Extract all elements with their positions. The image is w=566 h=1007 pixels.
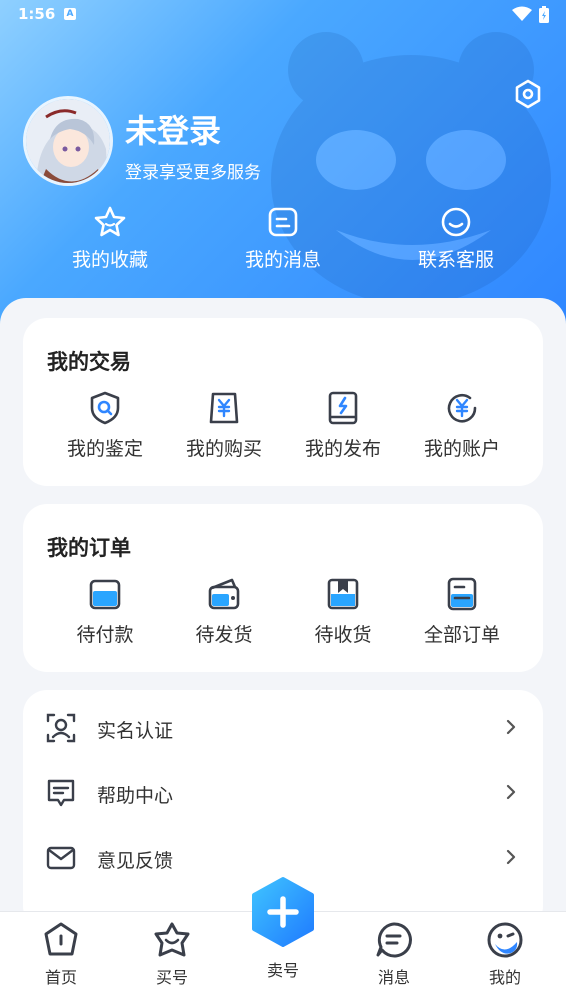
yen-circle-icon <box>447 393 477 423</box>
tab-label: 我的 <box>488 968 521 987</box>
menu-item-label: 意见反馈 <box>97 850 174 872</box>
tab-home[interactable]: 首页 <box>16 920 106 988</box>
trade-publish[interactable]: 我的发布 <box>283 390 403 461</box>
menu-item-label: 实名认证 <box>97 720 174 742</box>
order-item-label: 待收货 <box>314 624 372 646</box>
trade-item-label: 我的购买 <box>185 438 262 460</box>
trade-purchases[interactable]: 我的购买 <box>164 390 284 461</box>
user-verify-icon <box>46 713 76 743</box>
tab-sell[interactable]: 卖号 <box>238 957 328 981</box>
order-pending-shipment[interactable]: 待发货 <box>164 576 284 647</box>
avatar[interactable] <box>23 96 113 186</box>
avatar-illustration-icon <box>26 99 110 183</box>
smile-icon <box>441 207 471 237</box>
tab-messages[interactable]: 消息 <box>349 920 439 988</box>
trade-item-label: 我的鉴定 <box>66 438 143 460</box>
wallet-icon <box>208 578 240 610</box>
shield-search-icon <box>90 391 120 425</box>
trade-item-label: 我的账户 <box>423 438 500 460</box>
mail-icon <box>46 846 76 870</box>
quick-action-messages[interactable]: 我的消息 <box>213 205 353 272</box>
trade-appraisal[interactable]: 我的鉴定 <box>45 390 165 461</box>
quick-action-label: 我的收藏 <box>71 249 148 271</box>
profile-name[interactable]: 未登录 <box>125 106 221 152</box>
menu-item-label: 帮助中心 <box>97 785 174 807</box>
profile-face-icon <box>487 922 523 958</box>
book-publish-icon <box>328 391 358 425</box>
order-pending-receipt[interactable]: 待收货 <box>283 576 403 647</box>
status-bar: 1:56 A <box>0 0 566 30</box>
chevron-right-icon <box>506 784 516 800</box>
help-chat-icon <box>47 779 75 807</box>
settings-icon[interactable] <box>512 78 544 110</box>
order-pending-payment[interactable]: 待付款 <box>45 576 165 647</box>
tab-label: 买号 <box>155 968 188 987</box>
trade-title: 我的交易 <box>47 350 131 374</box>
tab-buy[interactable]: 买号 <box>127 920 217 988</box>
buy-icon <box>154 922 190 957</box>
profile-subtitle[interactable]: 登录享受更多服务 <box>125 158 261 183</box>
plus-hex-icon[interactable] <box>250 876 316 948</box>
tab-mine[interactable]: 我的 <box>460 920 550 988</box>
order-item-label: 待发货 <box>195 624 253 646</box>
message-icon <box>268 207 298 237</box>
trade-account[interactable]: 我的账户 <box>402 390 522 461</box>
box-icon <box>327 578 359 610</box>
orders-card: 我的订单 待付款 待发货 待收货 全部订单 <box>23 504 543 672</box>
quick-action-label: 我的消息 <box>244 249 321 271</box>
wifi-icon <box>512 6 532 21</box>
order-item-label: 全部订单 <box>423 624 500 646</box>
quick-action-support[interactable]: 联系客服 <box>386 205 526 272</box>
status-time: 1:56 <box>18 5 56 23</box>
chevron-right-icon <box>506 719 516 735</box>
notification-badge: A <box>64 8 76 20</box>
tab-label: 消息 <box>377 968 410 987</box>
trade-item-label: 我的发布 <box>304 438 381 460</box>
battery-icon <box>539 6 549 23</box>
home-icon <box>44 922 78 956</box>
star-icon <box>94 206 126 237</box>
yen-bag-icon <box>209 392 239 424</box>
quick-action-favorites[interactable]: 我的收藏 <box>40 205 180 272</box>
chevron-right-icon <box>506 849 516 865</box>
chat-icon <box>376 922 412 958</box>
orders-title: 我的订单 <box>47 536 131 560</box>
tab-label: 卖号 <box>266 961 299 980</box>
trade-card: 我的交易 我的鉴定 我的购买 我的发布 我的账户 <box>23 318 543 486</box>
menu-item-real-name[interactable]: 实名认证 <box>23 696 543 760</box>
order-all[interactable]: 全部订单 <box>402 576 522 647</box>
quick-action-label: 联系客服 <box>417 249 494 271</box>
tab-label: 首页 <box>44 968 77 987</box>
card-icon <box>89 579 121 610</box>
menu-item-help[interactable]: 帮助中心 <box>23 761 543 825</box>
list-doc-icon <box>447 577 477 611</box>
profile-header: 1:56 A 未登录 登录享受更多服务 我的收藏 我的消息 联系客服 <box>0 0 566 330</box>
order-item-label: 待付款 <box>76 624 134 646</box>
